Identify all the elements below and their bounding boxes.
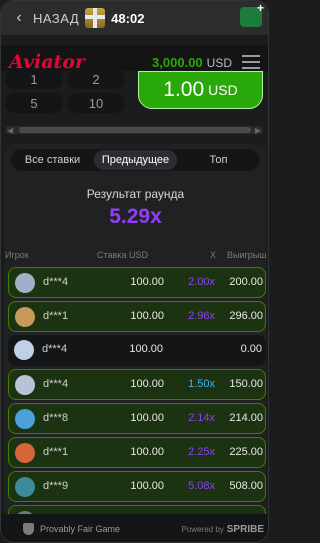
player-name: d***4 (43, 276, 69, 288)
horizontal-scrollbar[interactable]: ◀ ▶ (5, 126, 263, 135)
table-row: d***1 100.00 2.25x 225.00 (8, 437, 266, 468)
avatar (15, 443, 35, 463)
back-arrow-icon[interactable]: ‹ (7, 6, 31, 30)
bet-button-value: 1.00 (163, 78, 205, 101)
balance-amount: 3,000.00 (152, 54, 203, 70)
bets-panel: Все ставки Предыдущее Топ Результат раун… (5, 144, 266, 542)
bet-amount: 100.00 (130, 276, 164, 288)
footer: Provably Fair Game Powered by SPRIBE (1, 514, 268, 542)
col-win: Выигрыш (227, 250, 266, 260)
multiplier: 2.96x (188, 310, 215, 322)
bet-amount: 100.00 (130, 412, 164, 424)
column-headers: Игрок Ставка USD X Выигрыш (5, 248, 266, 264)
payout: 150.00 (229, 378, 263, 390)
multiplier: 1.50x (188, 378, 215, 390)
table-row: d***9 100.00 5.08x 508.00 (8, 471, 266, 502)
player-name: d***1 (43, 310, 69, 322)
player-name: d***8 (43, 412, 69, 424)
bets-tabs: Все ставки Предыдущее Топ (11, 149, 260, 171)
app-frame: ‹ НАЗАД 48:02 Aviator 3,000.00USD 1 2 5 … (0, 0, 269, 543)
player-name: d***4 (42, 343, 68, 355)
round-result-label: Результат раунда (86, 187, 185, 201)
table-row: d***4 100.00 2.00x 200.00 (8, 267, 266, 298)
avatar (15, 477, 35, 497)
wallet-icon[interactable] (240, 1, 264, 27)
spribe-logo: SPRIBE (226, 523, 264, 535)
bet-button[interactable]: 1.00 USD (138, 71, 263, 109)
tab-previous[interactable]: Предыдущее (94, 150, 177, 170)
table-row: d***4 100.00 1.50x 150.00 (8, 369, 266, 400)
player-name: d***9 (43, 480, 69, 492)
back-button[interactable]: НАЗАД (33, 11, 79, 26)
col-player: Игрок (5, 250, 29, 260)
quick-bet-2[interactable]: 2 (67, 69, 125, 89)
table-row: d***8 100.00 2.14x 214.00 (8, 403, 266, 434)
quick-bet-1[interactable]: 1 (5, 69, 63, 89)
player-name: d***1 (43, 446, 69, 458)
powered-by-label: Powered by (181, 524, 224, 534)
gift-icon[interactable] (85, 8, 106, 28)
multiplier: 5.08x (188, 480, 215, 492)
multiplier: 2.25x (188, 446, 215, 458)
avatar (15, 307, 35, 327)
table-row: d***4 100.00 0.00 (8, 335, 266, 366)
scroll-right-icon[interactable]: ▶ (255, 126, 261, 135)
multiplier: 2.00x (188, 276, 215, 288)
bet-panel: 1 2 5 10 1.00 USD ◀ ▶ (1, 69, 268, 139)
payout: 214.00 (229, 412, 263, 424)
multiplier: 2.14x (188, 412, 215, 424)
bet-amount: 100.00 (130, 310, 164, 322)
avatar (15, 375, 35, 395)
balance-currency: USD (206, 55, 232, 70)
tab-top[interactable]: Топ (177, 150, 260, 170)
bet-amount: 100.00 (129, 343, 163, 355)
tab-all-bets[interactable]: Все ставки (11, 150, 94, 170)
provably-fair-link[interactable]: Provably Fair Game (40, 524, 120, 534)
payout: 225.00 (229, 446, 263, 458)
scroll-thumb[interactable] (19, 127, 251, 133)
col-bet: Ставка USD (97, 250, 148, 260)
bets-list: d***4 100.00 2.00x 200.00 d***1 100.00 2.96x 29… (8, 267, 266, 539)
payout: 508.00 (229, 480, 263, 492)
table-row: d***1 100.00 2.96x 296.00 (8, 301, 266, 332)
scroll-left-icon[interactable]: ◀ (7, 126, 13, 135)
payout: 0.00 (240, 343, 262, 355)
avatar (15, 409, 35, 429)
quick-bet-5[interactable]: 5 (5, 93, 63, 113)
menu-icon[interactable] (242, 55, 260, 69)
bet-button-currency: USD (208, 82, 238, 98)
balance: 3,000.00 USD (152, 55, 232, 70)
bet-amount: 100.00 (130, 480, 164, 492)
shield-icon (23, 523, 34, 535)
top-navigation: ‹ НАЗАД 48:02 (1, 1, 268, 35)
payout: 296.00 (229, 310, 263, 322)
avatar (15, 273, 35, 293)
quick-bet-10[interactable]: 10 (67, 93, 125, 113)
timer: 48:02 (111, 10, 145, 26)
col-x: X (210, 250, 217, 260)
bet-amount: 100.00 (130, 446, 164, 458)
player-name: d***4 (43, 378, 69, 390)
round-result-value: 5.29x (109, 205, 162, 228)
bet-amount: 100.00 (130, 378, 164, 390)
payout: 200.00 (229, 276, 263, 288)
avatar (14, 340, 34, 360)
